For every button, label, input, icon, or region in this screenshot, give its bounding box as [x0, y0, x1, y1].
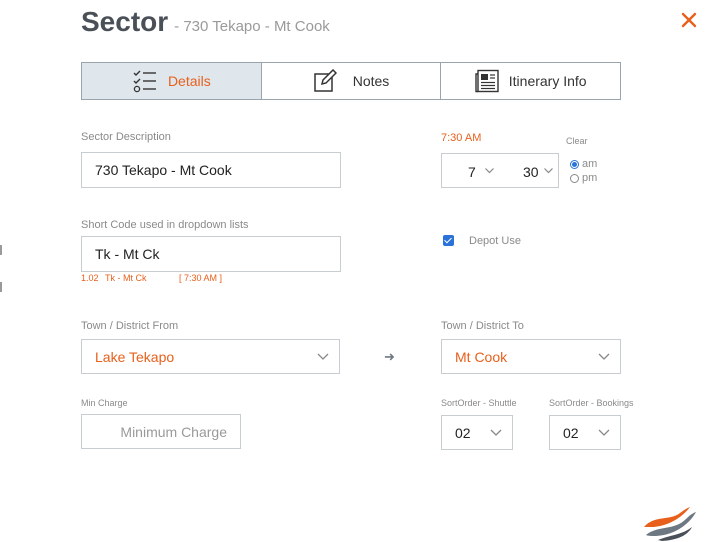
title-subtitle: - 730 Tekapo - Mt Cook — [174, 18, 330, 35]
tab-itinerary-info[interactable]: Itinerary Info — [440, 63, 620, 99]
min-charge-label: Min Charge — [81, 398, 128, 408]
town-to-value: Mt Cook — [455, 348, 508, 365]
short-code-input[interactable]: Tk - Mt Ck — [81, 236, 341, 272]
minute-select[interactable]: 30 — [501, 154, 560, 187]
town-from-value: Lake Tekapo — [95, 348, 175, 365]
pm-radio-row: pm — [570, 172, 597, 184]
time-picker: 7 30 — [441, 153, 559, 188]
tab-details-label: Details — [167, 73, 211, 89]
chevron-down-icon — [317, 353, 329, 360]
sort-bookings-label: SortOrder - Bookings — [549, 398, 634, 408]
pm-radio-label: pm — [582, 172, 598, 184]
window-edge-mark — [0, 245, 2, 255]
sort-shuttle-value: 02 — [455, 424, 471, 441]
chevron-down-icon — [544, 168, 553, 174]
tab-notes[interactable]: Notes — [260, 63, 441, 99]
depot-use-checkbox[interactable] — [443, 235, 454, 246]
town-from-label: Town / District From — [81, 320, 179, 332]
town-from-select[interactable]: Lake Tekapo — [81, 339, 340, 374]
town-to-select[interactable]: Mt Cook — [441, 339, 621, 374]
window-edge-mark — [0, 282, 2, 292]
chevron-down-icon — [485, 168, 494, 174]
arrow-right-icon: ➜ — [384, 349, 395, 364]
hour-value: 7 — [468, 164, 476, 180]
pm-radio[interactable] — [570, 173, 579, 183]
newspaper-icon — [475, 69, 499, 93]
brand-logo-icon — [644, 507, 696, 541]
close-button[interactable] — [680, 11, 698, 29]
town-to-label: Town / District To — [441, 320, 524, 332]
minute-value: 30 — [523, 164, 539, 180]
am-radio-row: am — [570, 158, 597, 170]
short-code-preview-number: 1.02 — [81, 273, 99, 283]
short-code-label: Short Code used in dropdown lists — [81, 219, 249, 231]
edit-note-icon — [313, 69, 337, 93]
sector-description-input[interactable]: 730 Tekapo - Mt Cook — [81, 152, 341, 188]
chevron-down-icon — [598, 353, 610, 360]
close-icon — [681, 12, 697, 28]
chevron-down-icon — [490, 429, 502, 436]
page-title: Sector - 730 Tekapo - Mt Cook — [81, 6, 330, 38]
tab-notes-label: Notes — [352, 73, 390, 89]
sort-shuttle-select[interactable]: 02 — [441, 415, 513, 450]
tab-itinerary-info-label: Itinerary Info — [508, 73, 587, 89]
tab-bar: Details Notes Itinerary Info — [81, 62, 621, 100]
sort-bookings-value: 02 — [563, 424, 579, 441]
am-radio-label: am — [582, 158, 598, 170]
am-radio[interactable] — [570, 159, 579, 169]
hour-select[interactable]: 7 — [442, 154, 501, 187]
short-code-preview-time: [ 7:30 AM ] — [179, 273, 223, 283]
clear-time-link[interactable]: Clear — [566, 136, 588, 146]
sort-bookings-select[interactable]: 02 — [549, 415, 621, 450]
short-code-preview-code: Tk - Mt Ck — [105, 273, 147, 283]
tab-details[interactable]: Details — [82, 63, 261, 99]
time-display: 7:30 AM — [441, 132, 482, 144]
title-main: Sector — [81, 6, 169, 37]
checklist-icon — [132, 69, 158, 93]
sort-shuttle-label: SortOrder - Shuttle — [441, 398, 517, 408]
depot-use-label: Depot Use — [469, 235, 521, 247]
chevron-down-icon — [598, 429, 610, 436]
min-charge-input[interactable]: Minimum Charge — [81, 414, 241, 449]
sector-description-label: Sector Description — [81, 131, 171, 143]
